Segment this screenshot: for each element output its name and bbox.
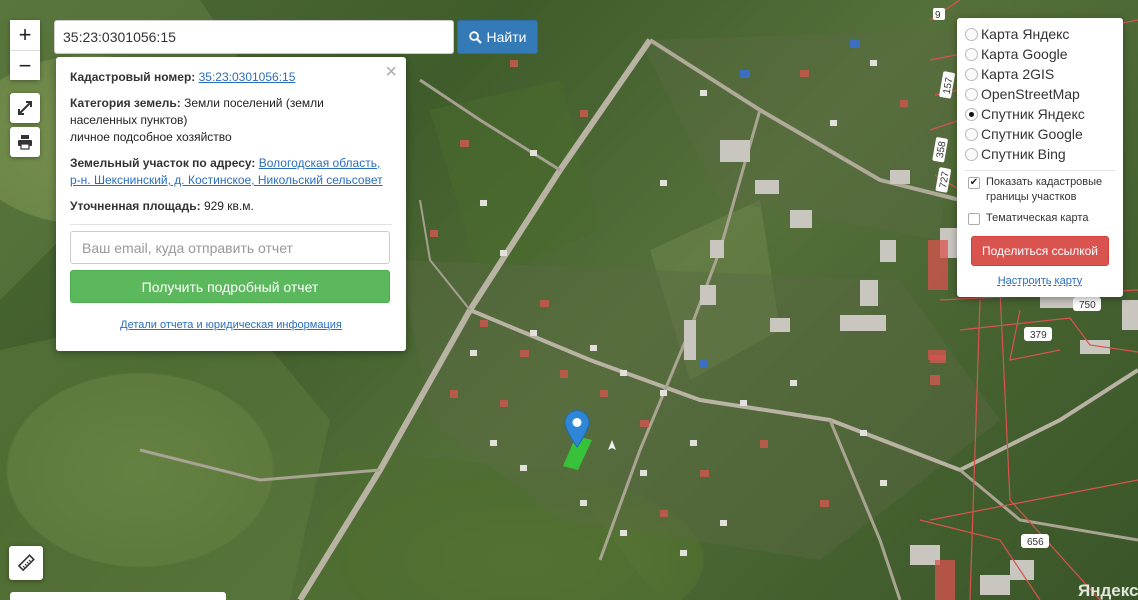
checkbox-checked-icon[interactable]: ✔ — [968, 177, 980, 189]
layer-option-label: Спутник Google — [981, 126, 1083, 142]
layer-option-label: Спутник Bing — [981, 146, 1066, 162]
parcel-label-9: 9 — [933, 8, 945, 21]
thematic-map-checkbox[interactable]: Тематическая карта — [965, 211, 1115, 226]
radio-icon[interactable] — [965, 47, 978, 61]
layer-option[interactable]: Спутник Яндекс — [965, 104, 1115, 124]
layer-option[interactable]: Спутник Google — [965, 124, 1115, 144]
radio-icon[interactable] — [965, 127, 978, 141]
close-icon[interactable]: × — [385, 62, 397, 82]
map-watermark: Яндекс — [1078, 581, 1138, 600]
parcel-number-label: 358 — [935, 140, 949, 159]
get-report-button[interactable]: Получить подробный отчет — [70, 270, 390, 303]
search-input[interactable] — [54, 20, 454, 54]
layer-option-label: OpenStreetMap — [981, 86, 1080, 102]
bottom-panel-edge — [10, 592, 226, 600]
land-category-label: Категория земель: — [70, 96, 181, 110]
layer-option[interactable]: OpenStreetMap — [965, 84, 1115, 104]
find-button-label: Найти — [486, 29, 527, 45]
map-settings-link[interactable]: Настроить карту — [965, 275, 1115, 287]
radio-icon[interactable] — [965, 107, 978, 121]
layer-option-label: Карта Яндекс — [981, 26, 1070, 42]
email-field[interactable] — [70, 231, 390, 264]
expand-icon — [18, 101, 32, 115]
parcel-number-label: 9 — [935, 10, 941, 21]
layer-option[interactable]: Карта Яндекс — [965, 24, 1115, 44]
parcel-number-label: 727 — [938, 170, 952, 189]
cadastral-number-link[interactable]: 35:23:0301056:15 — [199, 70, 296, 84]
area-value: 929 кв.м. — [203, 199, 254, 213]
search-icon — [468, 30, 482, 44]
location-pin-icon[interactable] — [564, 410, 590, 448]
radio-icon[interactable] — [965, 27, 978, 41]
report-details-link[interactable]: Детали отчета и юридическая информация — [70, 317, 392, 334]
show-borders-label: Показать кадастровые границы участков — [986, 176, 1103, 203]
fullscreen-button[interactable] — [10, 93, 40, 123]
area-label: Уточненная площадь: — [70, 199, 201, 213]
print-button[interactable] — [10, 127, 40, 157]
checkbox-icon[interactable] — [968, 213, 980, 225]
radio-icon[interactable] — [965, 67, 978, 81]
zoom-controls: + − — [10, 20, 40, 80]
cadastral-number-row: Кадастровый номер: 35:23:0301056:15 — [70, 69, 392, 86]
printer-icon — [18, 135, 32, 150]
parcel-number-label: 157 — [942, 76, 956, 95]
share-link-button[interactable]: Поделиться ссылкой — [971, 236, 1109, 266]
area-row: Уточненная площадь: 929 кв.м. — [70, 198, 392, 215]
layer-option-label: Спутник Яндекс — [981, 106, 1085, 122]
radio-icon[interactable] — [965, 87, 978, 101]
parcel-number-label: 750 — [1079, 300, 1096, 311]
address-label: Земельный участок по адресу: — [70, 156, 256, 170]
layer-option[interactable]: Карта 2GIS — [965, 64, 1115, 84]
parcel-number-label: 656 — [1027, 537, 1044, 548]
layer-option-label: Карта Google — [981, 46, 1068, 62]
ruler-icon — [17, 554, 35, 572]
layer-option[interactable]: Карта Google — [965, 44, 1115, 64]
address-row: Земельный участок по адресу: Вологодская… — [70, 155, 392, 189]
cadastral-number-label: Кадастровый номер: — [70, 70, 196, 84]
ruler-button[interactable] — [9, 546, 43, 580]
find-button[interactable]: Найти — [457, 20, 538, 54]
show-borders-checkbox[interactable]: ✔ Показать кадастровые границы участков — [965, 175, 1115, 205]
layer-option[interactable]: Спутник Bing — [965, 144, 1115, 164]
layer-option-label: Карта 2GIS — [981, 66, 1055, 82]
zoom-out-button[interactable]: − — [10, 50, 40, 80]
radio-icon[interactable] — [965, 147, 978, 161]
map-layers-panel: Карта Яндекс Карта Google Карта 2GIS OpenSt… — [957, 18, 1123, 297]
land-category-row: Категория земель: Земли поселений (земли… — [70, 95, 392, 146]
parcel-number-label: 379 — [1030, 330, 1047, 341]
parcel-info-popup: × Кадастровый номер: 35:23:0301056:15 Ка… — [56, 57, 406, 351]
zoom-in-button[interactable]: + — [10, 20, 40, 50]
land-use-value: личное подсобное хозяйство — [70, 130, 232, 144]
thematic-map-label: Тематическая карта — [986, 212, 1089, 224]
